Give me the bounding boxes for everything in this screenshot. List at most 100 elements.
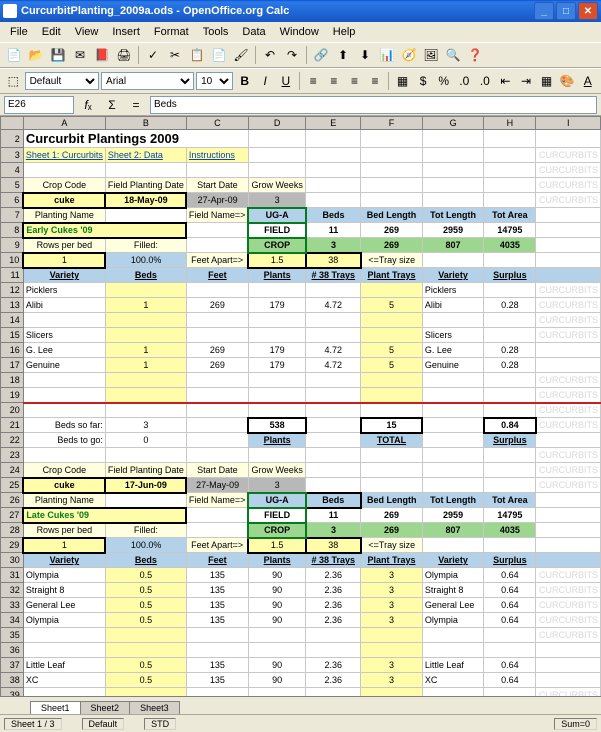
- hyperlink-icon[interactable]: 🔗: [311, 45, 331, 65]
- percent-icon[interactable]: %: [434, 71, 453, 91]
- row-head[interactable]: 35: [1, 628, 24, 643]
- font-select[interactable]: Arial: [101, 72, 194, 90]
- row-head[interactable]: 32: [1, 583, 24, 598]
- indent-inc-icon[interactable]: ⇥: [517, 71, 536, 91]
- undo-icon[interactable]: ↶: [260, 45, 280, 65]
- col-header[interactable]: G: [422, 117, 483, 130]
- zoom-icon[interactable]: 🔍: [443, 45, 463, 65]
- fontcolor-icon[interactable]: A: [578, 71, 597, 91]
- bold-icon[interactable]: B: [235, 71, 254, 91]
- cell-reference[interactable]: [4, 96, 74, 114]
- row-head[interactable]: 17: [1, 358, 24, 373]
- align-center-icon[interactable]: ≡: [325, 71, 344, 91]
- row-head[interactable]: 3: [1, 148, 24, 163]
- menu-data[interactable]: Data: [236, 24, 271, 40]
- col-header[interactable]: I: [536, 117, 601, 130]
- formula-input[interactable]: [150, 96, 597, 114]
- decimal-remove-icon[interactable]: .0: [476, 71, 495, 91]
- row-head[interactable]: 9: [1, 238, 24, 253]
- row-head[interactable]: 10: [1, 253, 24, 268]
- row-head[interactable]: 12: [1, 283, 24, 298]
- merge-icon[interactable]: ▦: [393, 71, 412, 91]
- col-header[interactable]: F: [361, 117, 423, 130]
- spreadsheet-grid[interactable]: ABCDEFGHI 2Curcurbit Plantings 2009 3She…: [0, 116, 601, 696]
- row-head[interactable]: 16: [1, 343, 24, 358]
- row-head[interactable]: 31: [1, 568, 24, 583]
- row-head[interactable]: 13: [1, 298, 24, 313]
- row-head[interactable]: 23: [1, 448, 24, 463]
- row-head[interactable]: 37: [1, 658, 24, 673]
- paintbrush-icon[interactable]: 🖌: [231, 45, 251, 65]
- sum-icon[interactable]: Σ: [102, 95, 122, 115]
- chart-icon[interactable]: 📊: [377, 45, 397, 65]
- copy-icon[interactable]: 📋: [187, 45, 207, 65]
- navigator-icon[interactable]: 🧭: [399, 45, 419, 65]
- email-icon[interactable]: ✉: [70, 45, 90, 65]
- col-header[interactable]: C: [186, 117, 248, 130]
- row-head[interactable]: 26: [1, 493, 24, 508]
- row-head[interactable]: 11: [1, 268, 24, 283]
- menu-window[interactable]: Window: [274, 24, 325, 40]
- row-head[interactable]: 5: [1, 178, 24, 193]
- row-head[interactable]: 8: [1, 223, 24, 238]
- sort-asc-icon[interactable]: ⬆: [333, 45, 353, 65]
- col-header[interactable]: A: [23, 117, 105, 130]
- sort-desc-icon[interactable]: ⬇: [355, 45, 375, 65]
- indent-dec-icon[interactable]: ⇤: [496, 71, 515, 91]
- row-head[interactable]: 25: [1, 478, 24, 493]
- row-head[interactable]: 7: [1, 208, 24, 223]
- tab-sheet1[interactable]: Sheet1: [30, 701, 81, 714]
- close-button[interactable]: ✕: [578, 2, 598, 20]
- menu-view[interactable]: View: [69, 24, 105, 40]
- justify-icon[interactable]: ≡: [366, 71, 385, 91]
- col-header[interactable]: D: [248, 117, 305, 130]
- row-head[interactable]: 4: [1, 163, 24, 178]
- border-icon[interactable]: ▦: [537, 71, 556, 91]
- row-head[interactable]: 30: [1, 553, 24, 568]
- underline-icon[interactable]: U: [277, 71, 296, 91]
- row-head[interactable]: 2: [1, 130, 24, 148]
- spellcheck-icon[interactable]: ✓: [143, 45, 163, 65]
- print-icon[interactable]: 🖨: [114, 45, 134, 65]
- open-icon[interactable]: 📂: [26, 45, 46, 65]
- row-head[interactable]: 34: [1, 613, 24, 628]
- row-head[interactable]: 18: [1, 373, 24, 388]
- paste-icon[interactable]: 📄: [209, 45, 229, 65]
- new-icon[interactable]: 📄: [4, 45, 24, 65]
- size-select[interactable]: 10: [196, 72, 233, 90]
- currency-icon[interactable]: $: [414, 71, 433, 91]
- styles-icon[interactable]: ⬚: [4, 71, 23, 91]
- style-select[interactable]: Default: [25, 72, 99, 90]
- row-head[interactable]: 28: [1, 523, 24, 538]
- save-icon[interactable]: 💾: [48, 45, 68, 65]
- row-head[interactable]: 33: [1, 598, 24, 613]
- fx-icon[interactable]: fₓ: [78, 95, 98, 115]
- row-head[interactable]: 6: [1, 193, 24, 208]
- menu-tools[interactable]: Tools: [197, 24, 235, 40]
- tab-sheet3[interactable]: Sheet3: [129, 701, 180, 714]
- row-head[interactable]: 39: [1, 688, 24, 697]
- help-icon[interactable]: ❓: [465, 45, 485, 65]
- row-head[interactable]: 21: [1, 418, 24, 433]
- col-header[interactable]: B: [105, 117, 186, 130]
- row-head[interactable]: 38: [1, 673, 24, 688]
- row-head[interactable]: 29: [1, 538, 24, 553]
- col-header[interactable]: H: [484, 117, 536, 130]
- equals-icon[interactable]: =: [126, 95, 146, 115]
- row-head[interactable]: 14: [1, 313, 24, 328]
- align-right-icon[interactable]: ≡: [345, 71, 364, 91]
- row-head[interactable]: 27: [1, 508, 24, 523]
- gallery-icon[interactable]: 🖼: [421, 45, 441, 65]
- col-header[interactable]: E: [306, 117, 361, 130]
- row-head[interactable]: 36: [1, 643, 24, 658]
- maximize-button[interactable]: □: [556, 2, 576, 20]
- link-sheet1[interactable]: Sheet 1: Curcurbits: [23, 148, 105, 163]
- row-head[interactable]: 19: [1, 388, 24, 403]
- redo-icon[interactable]: ↷: [282, 45, 302, 65]
- row-head[interactable]: 20: [1, 403, 24, 418]
- menu-file[interactable]: File: [4, 24, 34, 40]
- link-instructions[interactable]: Instructions: [186, 148, 248, 163]
- menu-help[interactable]: Help: [327, 24, 362, 40]
- bgcolor-icon[interactable]: 🎨: [558, 71, 577, 91]
- align-left-icon[interactable]: ≡: [304, 71, 323, 91]
